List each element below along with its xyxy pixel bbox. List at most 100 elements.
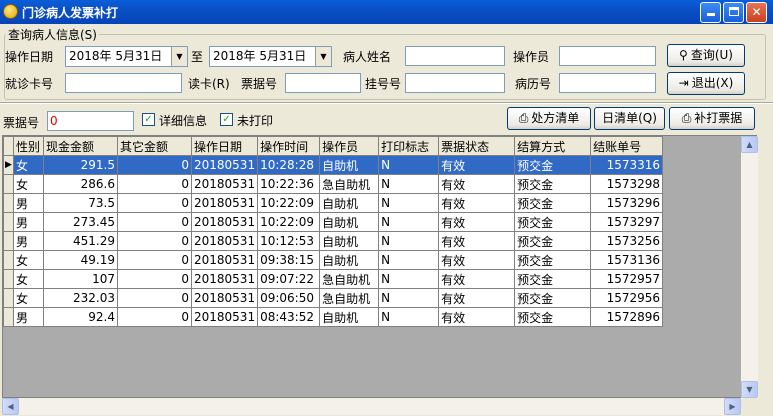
table-cell[interactable]: 预交金 <box>514 231 592 251</box>
table-cell[interactable]: 有效 <box>438 269 516 289</box>
reprint-receipt-button[interactable]: ⎙ 补打票据 <box>669 107 755 130</box>
record-no-input[interactable] <box>559 73 656 93</box>
receipt-grid[interactable]: 性别 现金金额 其它金额 操作日期 操作时间 操作员 打印标志 票据状态 结算方… <box>2 135 757 398</box>
column-header[interactable]: 现金金额 <box>43 136 118 156</box>
table-cell[interactable]: 0 <box>117 307 192 327</box>
table-cell[interactable]: 1572956 <box>590 288 664 308</box>
table-cell[interactable]: 0 <box>117 231 192 251</box>
column-header[interactable]: 其它金额 <box>117 136 192 156</box>
table-cell[interactable]: 1573298 <box>590 174 664 194</box>
table-cell[interactable]: 10:28:28 <box>257 155 321 175</box>
table-row[interactable]: ▶ 女 291.5 0 20180531 10:28:28 自助机 N 有效 预交金 1573316 <box>3 155 664 175</box>
table-cell[interactable]: 急自助机 <box>319 174 380 194</box>
table-cell[interactable]: 有效 <box>438 231 516 251</box>
table-cell[interactable]: 1572896 <box>590 307 664 327</box>
table-row[interactable]: 男 92.4 0 20180531 08:43:52 自助机 N 有效 预交金 1572896 <box>3 307 664 327</box>
table-cell[interactable]: 49.19 <box>43 250 118 270</box>
table-cell[interactable]: 急自助机 <box>319 288 380 308</box>
horizontal-scrollbar[interactable]: ◀ ▶ <box>2 398 741 415</box>
table-cell[interactable]: N <box>378 307 440 327</box>
table-row[interactable]: 女 286.6 0 20180531 10:22:36 急自助机 N 有效 预交金 1573298 <box>3 174 664 194</box>
table-cell[interactable]: 预交金 <box>514 174 592 194</box>
table-cell[interactable]: 有效 <box>438 155 516 175</box>
table-cell[interactable]: 451.29 <box>43 231 118 251</box>
table-cell[interactable]: 自助机 <box>319 193 380 213</box>
date-from-picker[interactable]: 2018年 5月31日 ▼ <box>65 46 188 67</box>
table-cell[interactable]: 73.5 <box>43 193 118 213</box>
table-cell[interactable]: 自助机 <box>319 307 380 327</box>
table-cell[interactable]: 273.45 <box>43 212 118 232</box>
table-cell[interactable]: 0 <box>117 288 192 308</box>
table-cell[interactable]: 09:06:50 <box>257 288 321 308</box>
card-no-input[interactable] <box>65 73 182 93</box>
table-cell[interactable]: 20180531 <box>190 174 259 194</box>
table-cell[interactable]: 男 <box>13 193 44 213</box>
table-cell[interactable]: 0 <box>117 193 192 213</box>
table-cell[interactable]: 男 <box>13 307 44 327</box>
table-cell[interactable]: 20180531 <box>190 250 259 270</box>
operator-input[interactable] <box>559 46 656 66</box>
column-header[interactable]: 结算方式 <box>514 136 592 156</box>
table-cell[interactable]: 男 <box>13 231 44 251</box>
table-cell[interactable]: 10:22:36 <box>257 174 321 194</box>
table-cell[interactable]: 20180531 <box>190 231 259 251</box>
table-cell[interactable]: 预交金 <box>514 250 592 270</box>
table-cell[interactable]: 预交金 <box>514 212 592 232</box>
column-header[interactable]: 打印标志 <box>378 136 440 156</box>
table-cell[interactable]: 有效 <box>438 288 516 308</box>
table-cell[interactable]: 有效 <box>438 174 516 194</box>
table-cell[interactable]: 20180531 <box>190 155 259 175</box>
scroll-down-button[interactable]: ▼ <box>741 381 758 398</box>
table-cell[interactable]: 预交金 <box>514 288 592 308</box>
table-row[interactable]: 男 73.5 0 20180531 10:22:09 自助机 N 有效 预交金 1573296 <box>3 193 664 213</box>
column-header[interactable]: 操作员 <box>319 136 380 156</box>
chevron-down-icon[interactable]: ▼ <box>315 47 331 66</box>
table-cell[interactable]: N <box>378 155 440 175</box>
row-indicator[interactable] <box>3 174 14 194</box>
table-cell[interactable]: N <box>378 250 440 270</box>
table-cell[interactable]: 20180531 <box>190 269 259 289</box>
table-cell[interactable]: 107 <box>43 269 118 289</box>
table-cell[interactable]: 291.5 <box>43 155 118 175</box>
table-cell[interactable]: 男 <box>13 212 44 232</box>
table-cell[interactable]: 09:07:22 <box>257 269 321 289</box>
table-cell[interactable]: 92.4 <box>43 307 118 327</box>
row-indicator[interactable] <box>3 288 14 308</box>
reg-no-input[interactable] <box>405 73 505 93</box>
table-cell[interactable]: 女 <box>13 174 44 194</box>
table-cell[interactable]: N <box>378 212 440 232</box>
column-header[interactable]: 操作日期 <box>190 136 259 156</box>
read-card-link[interactable]: 读卡(R) <box>188 75 230 92</box>
table-cell[interactable]: 0 <box>117 250 192 270</box>
table-cell[interactable]: 20180531 <box>190 307 259 327</box>
daily-list-button[interactable]: 日清单(Q) <box>594 107 665 130</box>
detail-info-checkbox[interactable]: ✓ <box>142 113 155 126</box>
table-cell[interactable]: 有效 <box>438 307 516 327</box>
table-cell[interactable]: 0 <box>117 155 192 175</box>
scroll-right-button[interactable]: ▶ <box>724 398 741 415</box>
table-cell[interactable]: 有效 <box>438 212 516 232</box>
table-cell[interactable]: 预交金 <box>514 155 592 175</box>
row-indicator[interactable] <box>3 307 14 327</box>
scroll-left-button[interactable]: ◀ <box>2 398 19 415</box>
vertical-scrollbar[interactable]: ▲ ▼ <box>741 136 758 398</box>
chevron-down-icon[interactable]: ▼ <box>171 47 187 66</box>
table-cell[interactable]: 08:43:52 <box>257 307 321 327</box>
table-cell[interactable]: 自助机 <box>319 212 380 232</box>
table-cell[interactable]: 0 <box>117 269 192 289</box>
table-cell[interactable]: 1573316 <box>590 155 664 175</box>
table-cell[interactable]: 1573296 <box>590 193 664 213</box>
scroll-up-button[interactable]: ▲ <box>741 136 758 153</box>
table-cell[interactable]: 0 <box>117 212 192 232</box>
minimize-button[interactable] <box>700 2 721 23</box>
table-cell[interactable]: 1573136 <box>590 250 664 270</box>
table-cell[interactable]: 232.03 <box>43 288 118 308</box>
table-cell[interactable]: 急自助机 <box>319 269 380 289</box>
close-button[interactable]: ✕ <box>746 2 767 23</box>
table-cell[interactable]: 09:38:15 <box>257 250 321 270</box>
table-row[interactable]: 男 273.45 0 20180531 10:22:09 自助机 N 有效 预交金 1573297 <box>3 212 664 232</box>
table-cell[interactable]: 女 <box>13 288 44 308</box>
table-cell[interactable]: 10:22:09 <box>257 193 321 213</box>
table-cell[interactable]: 预交金 <box>514 193 592 213</box>
table-cell[interactable]: 286.6 <box>43 174 118 194</box>
